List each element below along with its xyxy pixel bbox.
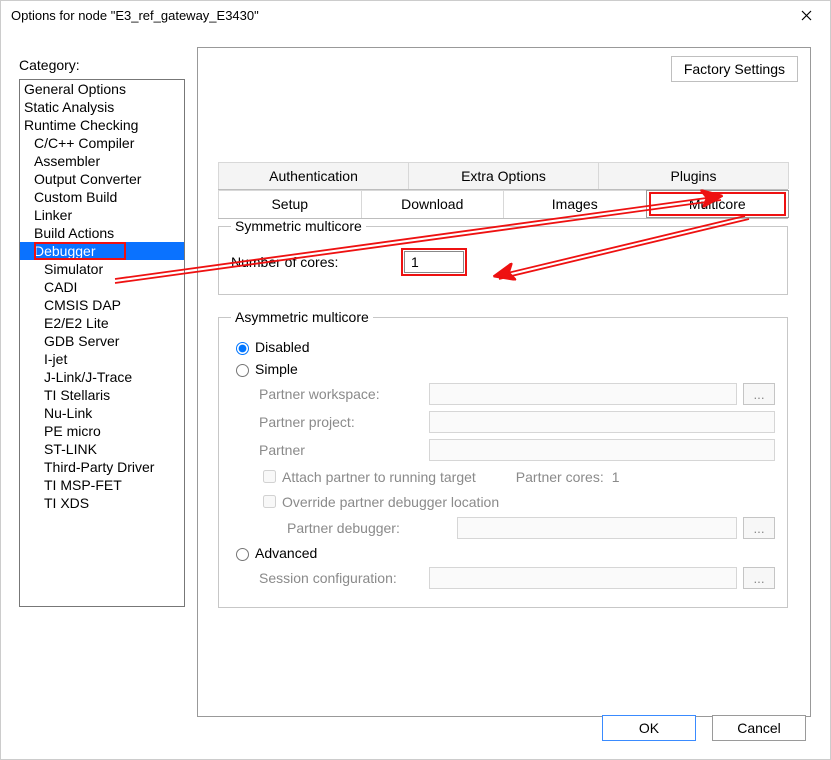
close-button[interactable]: [788, 1, 824, 29]
partner-debugger-browse-button[interactable]: ...: [743, 517, 775, 539]
category-ti-mspfet[interactable]: TI MSP-FET: [20, 476, 184, 494]
session-config-label: Session configuration:: [259, 570, 429, 586]
number-of-cores-label: Number of cores:: [231, 254, 401, 270]
category-stlink[interactable]: ST-LINK: [20, 440, 184, 458]
partner-project-label: Partner project:: [259, 414, 429, 430]
radio-advanced-label: Advanced: [255, 545, 317, 561]
dialog-footer: OK Cancel: [602, 715, 806, 741]
number-of-cores-input[interactable]: [404, 251, 464, 273]
category-simulator[interactable]: Simulator: [20, 260, 184, 278]
radio-simple-label: Simple: [255, 361, 298, 377]
factory-settings-button[interactable]: Factory Settings: [671, 56, 798, 82]
annotation-box-cores: [401, 248, 467, 276]
tab-images[interactable]: Images: [503, 190, 647, 218]
cancel-button[interactable]: Cancel: [712, 715, 806, 741]
tab-multicore[interactable]: Multicore: [646, 190, 790, 218]
category-cadi[interactable]: CADI: [20, 278, 184, 296]
partner-label: Partner: [259, 442, 429, 458]
category-list[interactable]: General Options Static Analysis Runtime …: [19, 79, 185, 607]
asymmetric-legend: Asymmetric multicore: [231, 309, 373, 325]
category-static-analysis[interactable]: Static Analysis: [20, 98, 184, 116]
tab-row-back: Authentication Extra Options Plugins: [218, 162, 788, 190]
category-debugger[interactable]: Debugger: [20, 242, 184, 260]
tab-setup[interactable]: Setup: [218, 190, 362, 218]
dialog-window: Options for node "E3_ref_gateway_E3430" …: [0, 0, 831, 760]
category-ti-xds[interactable]: TI XDS: [20, 494, 184, 512]
partner-cores-label: Partner cores:: [516, 469, 604, 485]
category-pe-micro[interactable]: PE micro: [20, 422, 184, 440]
category-c-cpp-compiler[interactable]: C/C++ Compiler: [20, 134, 184, 152]
category-ijet[interactable]: I-jet: [20, 350, 184, 368]
radio-simple[interactable]: [236, 364, 249, 377]
category-e2-e2lite[interactable]: E2/E2 Lite: [20, 314, 184, 332]
session-config-input[interactable]: [429, 567, 737, 589]
tab-extra-options[interactable]: Extra Options: [408, 162, 599, 189]
partner-workspace-label: Partner workspace:: [259, 386, 429, 402]
category-linker[interactable]: Linker: [20, 206, 184, 224]
category-general-options[interactable]: General Options: [20, 80, 184, 98]
window-title: Options for node "E3_ref_gateway_E3430": [7, 8, 259, 23]
attach-partner-label: Attach partner to running target: [282, 469, 476, 485]
options-panel: Factory Settings Authentication Extra Op…: [197, 47, 811, 717]
category-gdb-server[interactable]: GDB Server: [20, 332, 184, 350]
category-assembler[interactable]: Assembler: [20, 152, 184, 170]
category-cmsis-dap[interactable]: CMSIS DAP: [20, 296, 184, 314]
title-bar: Options for node "E3_ref_gateway_E3430": [1, 1, 830, 29]
tab-panel-body: Symmetric multicore Number of cores: Asy…: [218, 218, 788, 622]
symmetric-multicore-group: Symmetric multicore Number of cores:: [218, 218, 788, 295]
radio-advanced[interactable]: [236, 548, 249, 561]
category-ti-stellaris[interactable]: TI Stellaris: [20, 386, 184, 404]
partner-project-input[interactable]: [429, 411, 775, 433]
category-build-actions[interactable]: Build Actions: [20, 224, 184, 242]
ok-button[interactable]: OK: [602, 715, 696, 741]
partner-debugger-input[interactable]: [457, 517, 737, 539]
tab-authentication[interactable]: Authentication: [218, 162, 409, 189]
content-area: Category: General Options Static Analysi…: [1, 29, 830, 759]
symmetric-legend: Symmetric multicore: [231, 218, 366, 234]
category-label: Category:: [19, 57, 80, 73]
category-custom-build[interactable]: Custom Build: [20, 188, 184, 206]
tab-download[interactable]: Download: [361, 190, 505, 218]
category-jlink[interactable]: J-Link/J-Trace: [20, 368, 184, 386]
partner-input[interactable]: [429, 439, 775, 461]
radio-disabled[interactable]: [236, 342, 249, 355]
partner-cores-value: 1: [612, 469, 620, 485]
override-partner-checkbox[interactable]: [263, 495, 276, 508]
partner-workspace-browse-button[interactable]: ...: [743, 383, 775, 405]
asymmetric-multicore-group: Asymmetric multicore Disabled Simple Par…: [218, 309, 788, 608]
session-config-browse-button[interactable]: ...: [743, 567, 775, 589]
category-nulink[interactable]: Nu-Link: [20, 404, 184, 422]
radio-disabled-label: Disabled: [255, 339, 309, 355]
close-icon: [801, 10, 812, 21]
tab-strip: Authentication Extra Options Plugins Set…: [218, 162, 788, 219]
override-partner-label: Override partner debugger location: [282, 494, 499, 510]
attach-partner-checkbox[interactable]: [263, 470, 276, 483]
advanced-subgroup: Session configuration: ...: [259, 567, 775, 589]
tab-plugins[interactable]: Plugins: [598, 162, 789, 189]
tab-row-front: Setup Download Images Multicore: [218, 190, 788, 219]
simple-subgroup: Partner workspace: ... Partner project: …: [259, 383, 775, 539]
partner-debugger-label: Partner debugger:: [287, 520, 457, 536]
category-output-converter[interactable]: Output Converter: [20, 170, 184, 188]
category-debugger-label: Debugger: [34, 243, 96, 259]
category-runtime-checking[interactable]: Runtime Checking: [20, 116, 184, 134]
partner-workspace-input[interactable]: [429, 383, 737, 405]
category-third-party-driver[interactable]: Third-Party Driver: [20, 458, 184, 476]
